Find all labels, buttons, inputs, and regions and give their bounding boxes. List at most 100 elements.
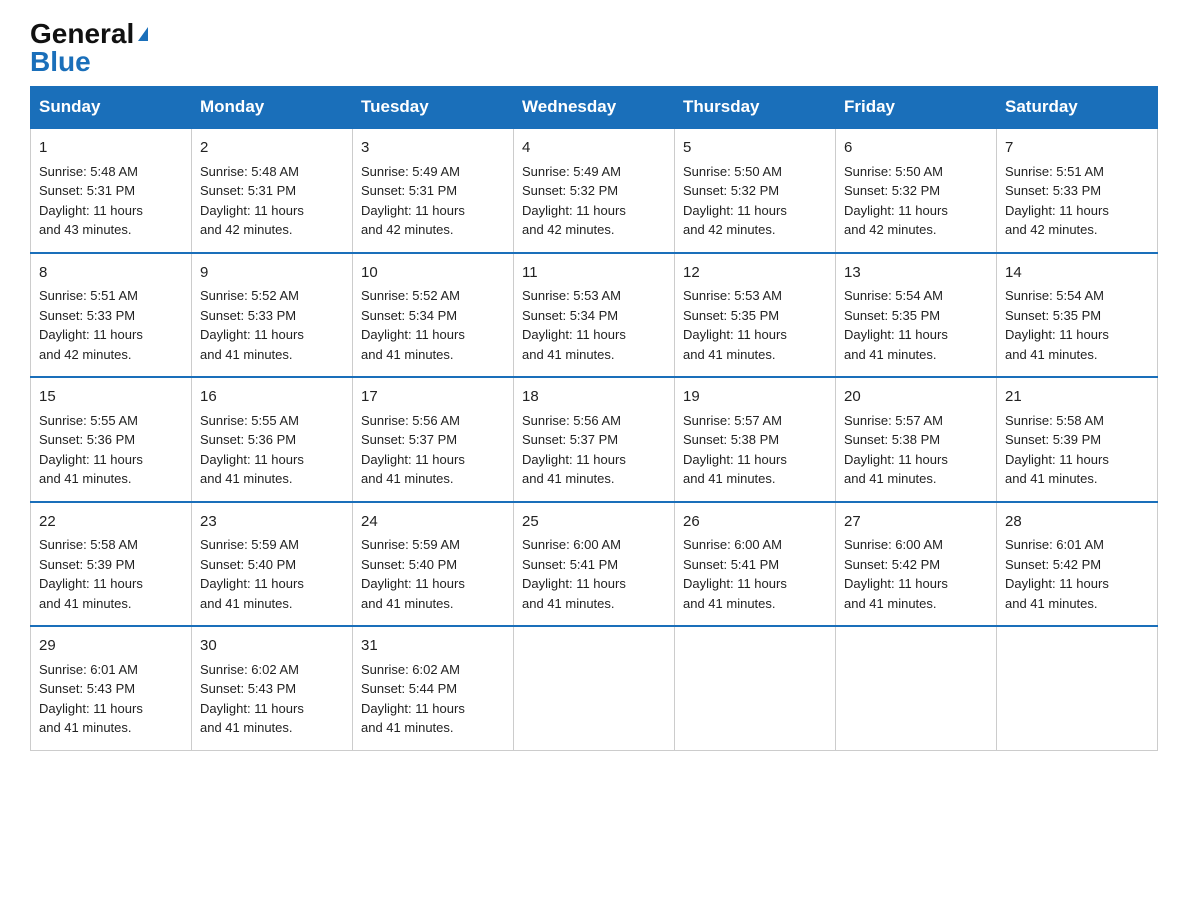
sunset-info: Sunset: 5:31 PM	[361, 183, 457, 198]
day-number: 30	[200, 635, 344, 658]
weekday-header-wednesday: Wednesday	[514, 87, 675, 129]
sunset-info: Sunset: 5:33 PM	[200, 308, 296, 323]
sunrise-info: Sunrise: 5:53 AM	[522, 288, 621, 303]
calendar-cell: 23 Sunrise: 5:59 AM Sunset: 5:40 PM Dayl…	[192, 502, 353, 627]
day-number: 17	[361, 386, 505, 409]
daylight-info: Daylight: 11 hoursand 41 minutes.	[683, 452, 787, 487]
sunrise-info: Sunrise: 5:56 AM	[361, 413, 460, 428]
logo-blue: Blue	[30, 48, 91, 76]
daylight-info: Daylight: 11 hoursand 42 minutes.	[522, 203, 626, 238]
sunrise-info: Sunrise: 5:59 AM	[200, 537, 299, 552]
calendar-cell: 4 Sunrise: 5:49 AM Sunset: 5:32 PM Dayli…	[514, 128, 675, 253]
calendar-cell: 17 Sunrise: 5:56 AM Sunset: 5:37 PM Dayl…	[353, 377, 514, 502]
daylight-info: Daylight: 11 hoursand 41 minutes.	[39, 452, 143, 487]
sunrise-info: Sunrise: 6:00 AM	[844, 537, 943, 552]
day-number: 18	[522, 386, 666, 409]
sunrise-info: Sunrise: 5:52 AM	[361, 288, 460, 303]
sunset-info: Sunset: 5:37 PM	[361, 432, 457, 447]
sunrise-info: Sunrise: 6:02 AM	[200, 662, 299, 677]
calendar-cell: 25 Sunrise: 6:00 AM Sunset: 5:41 PM Dayl…	[514, 502, 675, 627]
day-number: 8	[39, 262, 183, 285]
sunset-info: Sunset: 5:35 PM	[844, 308, 940, 323]
daylight-info: Daylight: 11 hoursand 41 minutes.	[361, 327, 465, 362]
daylight-info: Daylight: 11 hoursand 41 minutes.	[844, 327, 948, 362]
sunrise-info: Sunrise: 5:55 AM	[39, 413, 138, 428]
week-row-5: 29 Sunrise: 6:01 AM Sunset: 5:43 PM Dayl…	[31, 626, 1158, 750]
weekday-header-saturday: Saturday	[997, 87, 1158, 129]
day-number: 24	[361, 511, 505, 534]
week-row-4: 22 Sunrise: 5:58 AM Sunset: 5:39 PM Dayl…	[31, 502, 1158, 627]
sunset-info: Sunset: 5:35 PM	[1005, 308, 1101, 323]
sunset-info: Sunset: 5:38 PM	[683, 432, 779, 447]
sunrise-info: Sunrise: 6:00 AM	[522, 537, 621, 552]
week-row-1: 1 Sunrise: 5:48 AM Sunset: 5:31 PM Dayli…	[31, 128, 1158, 253]
daylight-info: Daylight: 11 hoursand 41 minutes.	[844, 576, 948, 611]
day-number: 15	[39, 386, 183, 409]
sunset-info: Sunset: 5:44 PM	[361, 681, 457, 696]
sunset-info: Sunset: 5:33 PM	[39, 308, 135, 323]
day-number: 19	[683, 386, 827, 409]
sunrise-info: Sunrise: 5:51 AM	[1005, 164, 1104, 179]
daylight-info: Daylight: 11 hoursand 41 minutes.	[522, 576, 626, 611]
calendar-cell: 5 Sunrise: 5:50 AM Sunset: 5:32 PM Dayli…	[675, 128, 836, 253]
daylight-info: Daylight: 11 hoursand 41 minutes.	[683, 576, 787, 611]
daylight-info: Daylight: 11 hoursand 41 minutes.	[39, 701, 143, 736]
calendar-cell: 21 Sunrise: 5:58 AM Sunset: 5:39 PM Dayl…	[997, 377, 1158, 502]
weekday-header-row: SundayMondayTuesdayWednesdayThursdayFrid…	[31, 87, 1158, 129]
sunset-info: Sunset: 5:43 PM	[39, 681, 135, 696]
sunrise-info: Sunrise: 5:58 AM	[1005, 413, 1104, 428]
daylight-info: Daylight: 11 hoursand 41 minutes.	[522, 327, 626, 362]
daylight-info: Daylight: 11 hoursand 42 minutes.	[1005, 203, 1109, 238]
calendar-cell: 10 Sunrise: 5:52 AM Sunset: 5:34 PM Dayl…	[353, 253, 514, 378]
calendar-cell: 24 Sunrise: 5:59 AM Sunset: 5:40 PM Dayl…	[353, 502, 514, 627]
daylight-info: Daylight: 11 hoursand 41 minutes.	[361, 701, 465, 736]
weekday-header-friday: Friday	[836, 87, 997, 129]
sunrise-info: Sunrise: 5:51 AM	[39, 288, 138, 303]
day-number: 2	[200, 137, 344, 160]
calendar-cell: 7 Sunrise: 5:51 AM Sunset: 5:33 PM Dayli…	[997, 128, 1158, 253]
sunset-info: Sunset: 5:34 PM	[522, 308, 618, 323]
calendar-cell	[675, 626, 836, 750]
sunset-info: Sunset: 5:34 PM	[361, 308, 457, 323]
calendar-table: SundayMondayTuesdayWednesdayThursdayFrid…	[30, 86, 1158, 751]
sunrise-info: Sunrise: 5:50 AM	[683, 164, 782, 179]
calendar-cell: 6 Sunrise: 5:50 AM Sunset: 5:32 PM Dayli…	[836, 128, 997, 253]
daylight-info: Daylight: 11 hoursand 42 minutes.	[683, 203, 787, 238]
calendar-cell: 12 Sunrise: 5:53 AM Sunset: 5:35 PM Dayl…	[675, 253, 836, 378]
daylight-info: Daylight: 11 hoursand 41 minutes.	[683, 327, 787, 362]
day-number: 21	[1005, 386, 1149, 409]
day-number: 22	[39, 511, 183, 534]
calendar-cell: 30 Sunrise: 6:02 AM Sunset: 5:43 PM Dayl…	[192, 626, 353, 750]
daylight-info: Daylight: 11 hoursand 42 minutes.	[844, 203, 948, 238]
sunrise-info: Sunrise: 5:53 AM	[683, 288, 782, 303]
calendar-cell: 13 Sunrise: 5:54 AM Sunset: 5:35 PM Dayl…	[836, 253, 997, 378]
sunset-info: Sunset: 5:42 PM	[844, 557, 940, 572]
day-number: 28	[1005, 511, 1149, 534]
calendar-cell: 18 Sunrise: 5:56 AM Sunset: 5:37 PM Dayl…	[514, 377, 675, 502]
daylight-info: Daylight: 11 hoursand 41 minutes.	[522, 452, 626, 487]
page-header: General Blue	[30, 20, 1158, 76]
sunset-info: Sunset: 5:41 PM	[683, 557, 779, 572]
sunrise-info: Sunrise: 5:49 AM	[361, 164, 460, 179]
sunset-info: Sunset: 5:32 PM	[683, 183, 779, 198]
day-number: 12	[683, 262, 827, 285]
day-number: 16	[200, 386, 344, 409]
sunrise-info: Sunrise: 5:49 AM	[522, 164, 621, 179]
sunrise-info: Sunrise: 5:48 AM	[39, 164, 138, 179]
sunset-info: Sunset: 5:42 PM	[1005, 557, 1101, 572]
calendar-cell: 8 Sunrise: 5:51 AM Sunset: 5:33 PM Dayli…	[31, 253, 192, 378]
day-number: 4	[522, 137, 666, 160]
sunset-info: Sunset: 5:39 PM	[1005, 432, 1101, 447]
calendar-cell: 27 Sunrise: 6:00 AM Sunset: 5:42 PM Dayl…	[836, 502, 997, 627]
sunset-info: Sunset: 5:39 PM	[39, 557, 135, 572]
sunrise-info: Sunrise: 5:59 AM	[361, 537, 460, 552]
sunrise-info: Sunrise: 5:48 AM	[200, 164, 299, 179]
sunset-info: Sunset: 5:40 PM	[200, 557, 296, 572]
day-number: 10	[361, 262, 505, 285]
sunrise-info: Sunrise: 5:56 AM	[522, 413, 621, 428]
logo-triangle-icon	[138, 27, 148, 41]
daylight-info: Daylight: 11 hoursand 41 minutes.	[844, 452, 948, 487]
daylight-info: Daylight: 11 hoursand 41 minutes.	[200, 576, 304, 611]
calendar-cell: 26 Sunrise: 6:00 AM Sunset: 5:41 PM Dayl…	[675, 502, 836, 627]
day-number: 14	[1005, 262, 1149, 285]
